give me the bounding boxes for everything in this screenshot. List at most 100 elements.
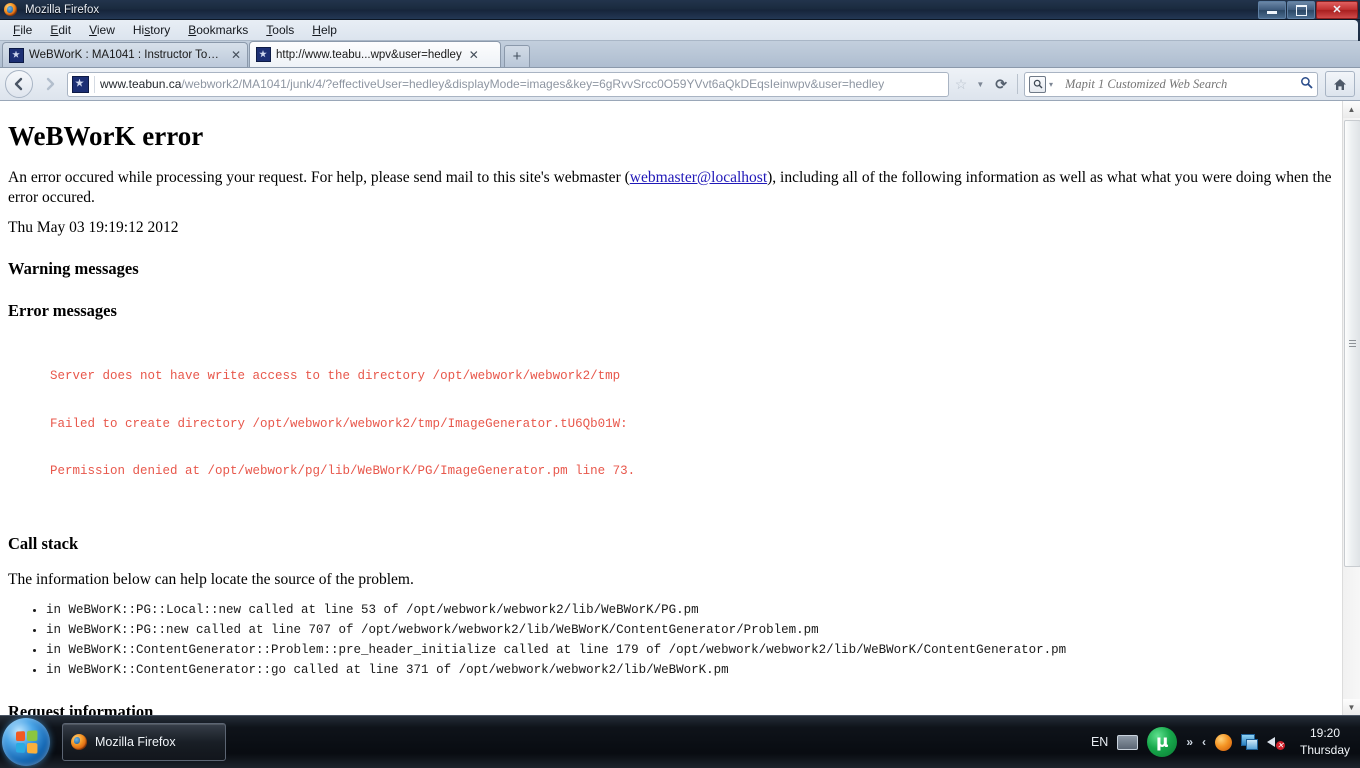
clock[interactable]: 19:20 Thursday xyxy=(1296,725,1354,760)
search-engine-chevron-icon[interactable]: ▾ xyxy=(1046,80,1056,89)
back-button[interactable] xyxy=(5,70,33,98)
language-indicator[interactable]: EN xyxy=(1091,735,1108,749)
intro-text-before: An error occured while processing your r… xyxy=(8,169,630,186)
navigation-toolbar: www.teabun.ca/webwork2/MA1041/junk/4/?ef… xyxy=(0,68,1360,101)
search-go-icon[interactable] xyxy=(1300,76,1313,92)
notification-orange-icon[interactable] xyxy=(1215,733,1232,751)
tab-label: http://www.teabu...wpv&user=hedley xyxy=(276,48,462,61)
menubar: File Edit View History Bookmarks Tools H… xyxy=(0,20,1358,41)
menu-file[interactable]: File xyxy=(4,21,41,39)
forward-arrow-icon xyxy=(46,77,55,91)
error-messages-heading: Error messages xyxy=(8,301,117,321)
menu-view-label: iew xyxy=(96,23,115,37)
url-text: www.teabun.ca/webwork2/MA1041/junk/4/?ef… xyxy=(100,77,884,91)
tab-webwork-instructor-tools[interactable]: WeBWorK : MA1041 : Instructor Tools... ✕ xyxy=(2,42,248,67)
request-information-heading: Request information xyxy=(8,701,154,716)
firefox-logo-icon xyxy=(71,734,87,750)
search-engine-icon[interactable] xyxy=(1029,75,1046,93)
reload-icon[interactable]: ⟳ xyxy=(991,76,1011,93)
browser-content-area: WeBWorK error An error occured while pro… xyxy=(0,101,1360,716)
tab-close-icon[interactable]: ✕ xyxy=(231,49,241,61)
url-bar[interactable]: www.teabun.ca/webwork2/MA1041/junk/4/?ef… xyxy=(67,71,949,97)
menu-help-label: elp xyxy=(320,23,337,37)
scroll-down-icon[interactable]: ▼ xyxy=(1343,699,1360,716)
bookmark-star-icon[interactable]: ☆ xyxy=(953,76,970,93)
tab-close-icon[interactable]: ✕ xyxy=(469,49,479,61)
url-host: www.teabun.ca xyxy=(100,77,182,91)
site-identity-icon[interactable] xyxy=(72,75,89,93)
forward-button[interactable] xyxy=(37,71,63,97)
search-bar[interactable]: ▾ xyxy=(1024,71,1318,97)
tab-favicon-icon xyxy=(256,47,271,62)
volume-muted-icon[interactable]: ✕ xyxy=(1267,734,1285,750)
tab-favicon-icon xyxy=(9,47,24,63)
menu-edit[interactable]: Edit xyxy=(41,21,80,39)
toolbar-divider xyxy=(1017,74,1018,94)
error-line: Permission denied at /opt/webwork/pg/lib… xyxy=(50,464,636,479)
menu-history-label: tory xyxy=(150,23,171,37)
menu-bookmarks-label: ookmarks xyxy=(196,23,249,37)
window-controls: ✕ xyxy=(1258,1,1358,19)
error-line: Server does not have write access to the… xyxy=(50,369,621,384)
menu-view[interactable]: View xyxy=(80,21,124,39)
list-item: in WeBWorK::PG::Local::new called at lin… xyxy=(46,600,1334,620)
search-input[interactable] xyxy=(1063,75,1300,93)
call-stack-intro: The information below can help locate th… xyxy=(8,571,414,589)
new-tab-button[interactable]: + xyxy=(504,45,530,67)
menu-help[interactable]: Help xyxy=(303,21,346,39)
clock-time: 19:20 xyxy=(1309,725,1341,740)
menubar-container: File Edit View History Bookmarks Tools H… xyxy=(0,20,1360,41)
chevron-down-icon[interactable]: ▼ xyxy=(973,80,987,89)
webmaster-email-link[interactable]: webmaster@localhost xyxy=(630,169,767,186)
menu-file-label: ile xyxy=(20,23,33,37)
list-item: in WeBWorK::ContentGenerator::go called … xyxy=(46,660,1334,680)
taskbar-item-firefox[interactable]: Mozilla Firefox xyxy=(62,723,226,761)
chevron-left-icon[interactable]: ‹ xyxy=(1202,735,1206,749)
window-title: Mozilla Firefox xyxy=(25,3,100,16)
window-titlebar: Mozilla Firefox ✕ xyxy=(0,0,1360,20)
tab-webwork-error[interactable]: http://www.teabu...wpv&user=hedley ✕ xyxy=(249,41,501,67)
call-stack-list: in WeBWorK::PG::Local::new called at lin… xyxy=(8,600,1334,680)
tab-label: WeBWorK : MA1041 : Instructor Tools... xyxy=(29,49,224,61)
close-button[interactable]: ✕ xyxy=(1316,1,1358,19)
error-line: Failed to create directory /opt/webwork/… xyxy=(50,416,628,431)
restore-button[interactable] xyxy=(1287,1,1315,19)
scrollbar-thumb[interactable] xyxy=(1344,120,1360,567)
utorrent-icon[interactable]: µ xyxy=(1147,727,1178,757)
back-arrow-icon xyxy=(14,77,23,91)
keyboard-icon[interactable] xyxy=(1117,734,1139,750)
list-item: in WeBWorK::PG::new called at line 707 o… xyxy=(46,620,1334,640)
menu-tools[interactable]: Tools xyxy=(257,21,303,39)
url-path: /webwork2/MA1041/junk/4/?effectiveUser=h… xyxy=(181,77,885,91)
scroll-up-icon[interactable]: ▲ xyxy=(1343,101,1360,118)
clock-day: Thursday xyxy=(1299,743,1351,757)
windows-taskbar: Mozilla Firefox EN µ » ‹ ✕ 19:20 Thursda… xyxy=(0,715,1360,768)
network-icon[interactable] xyxy=(1241,734,1258,750)
tab-strip: WeBWorK : MA1041 : Instructor Tools... ✕… xyxy=(0,41,1360,68)
scrollbar-grip-icon xyxy=(1349,340,1356,347)
menu-bookmarks[interactable]: Bookmarks xyxy=(179,21,257,39)
menu-tools-label: ools xyxy=(272,23,295,37)
taskbar-item-label: Mozilla Firefox xyxy=(95,735,176,749)
url-separator xyxy=(94,75,95,93)
windows-logo-icon xyxy=(15,730,38,754)
list-item: in WeBWorK::ContentGenerator::Problem::p… xyxy=(46,640,1334,660)
page-title: WeBWorK error xyxy=(8,121,204,151)
warning-messages-heading: Warning messages xyxy=(8,259,139,279)
error-intro-paragraph: An error occured while processing your r… xyxy=(8,168,1334,208)
menu-edit-label: dit xyxy=(58,23,72,37)
minimize-button[interactable] xyxy=(1258,1,1286,19)
start-button[interactable] xyxy=(2,718,50,766)
menu-history[interactable]: History xyxy=(124,21,179,39)
firefox-logo-icon xyxy=(4,2,20,17)
error-messages-block: Server does not have write access to the… xyxy=(50,337,1334,512)
system-tray: EN µ » ‹ ✕ 19:20 Thursday xyxy=(1091,716,1360,768)
error-timestamp: Thu May 03 19:19:12 2012 xyxy=(8,218,179,236)
home-button[interactable] xyxy=(1325,71,1355,97)
webwork-error-page: WeBWorK error An error occured while pro… xyxy=(0,101,1342,716)
home-icon xyxy=(1334,78,1346,90)
call-stack-heading: Call stack xyxy=(8,534,79,554)
firefox-window: Mozilla Firefox ✕ File Edit View History… xyxy=(0,0,1360,716)
vertical-scrollbar[interactable]: ▲ ▼ xyxy=(1342,101,1360,716)
show-hidden-icons-icon[interactable]: » xyxy=(1186,735,1193,749)
